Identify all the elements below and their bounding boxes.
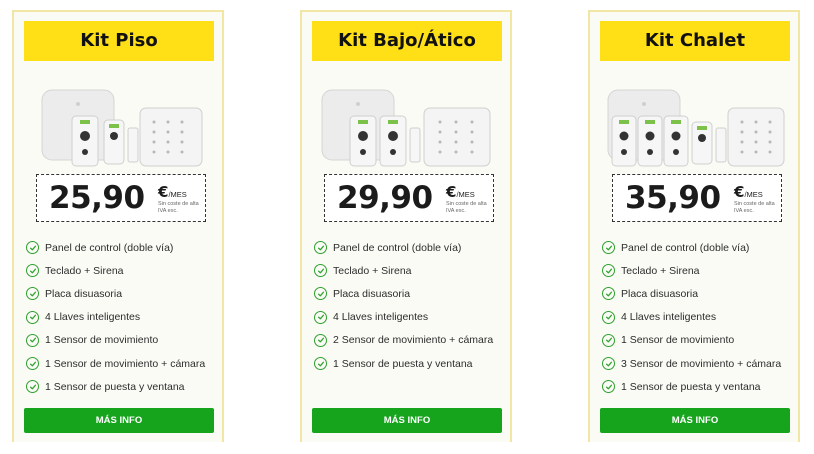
check-circle-icon — [26, 264, 39, 278]
check-circle-icon — [314, 287, 327, 301]
feature-item: 2 Sensor de movimiento + cámara — [314, 329, 512, 352]
feature-item: Panel de control (doble vía) — [314, 236, 512, 259]
feature-item: 1 Sensor de puesta y ventana — [602, 375, 800, 398]
feature-item: 3 Sensor de movimiento + cámara — [602, 352, 800, 375]
check-circle-icon — [602, 287, 615, 301]
check-circle-icon — [602, 241, 615, 255]
feature-item: 1 Sensor de movimiento — [26, 329, 224, 352]
mas-info-button[interactable]: MÁS INFO — [24, 408, 214, 433]
price-unit: €/MES — [734, 183, 763, 201]
check-circle-icon — [26, 310, 39, 324]
feature-item: Placa disuasoria — [602, 282, 800, 305]
kit-card-chalet: Kit Chalet 35,90 €/MES Sin coste de alta… — [588, 10, 800, 442]
feature-item: 4 Llaves inteligentes — [314, 306, 512, 329]
check-circle-icon — [26, 380, 39, 394]
check-circle-icon — [314, 241, 327, 255]
check-circle-icon — [26, 357, 39, 371]
check-circle-icon — [602, 264, 615, 278]
kit-title: Kit Bajo/Ático — [312, 21, 502, 61]
check-circle-icon — [602, 310, 615, 324]
mas-info-button[interactable]: MÁS INFO — [600, 408, 790, 433]
price-unit: €/MES — [158, 183, 187, 201]
feature-list: Panel de control (doble vía) Teclado + S… — [314, 236, 512, 375]
feature-item: Placa disuasoria — [26, 282, 224, 305]
price-box: 25,90 €/MES Sin coste de alta IVA exc. — [36, 174, 206, 222]
price-value: 35,90 — [625, 180, 721, 216]
check-circle-icon — [26, 241, 39, 255]
kit-card-bajo-atico: Kit Bajo/Ático 29,90 €/MES Sin coste de … — [300, 10, 512, 442]
price-note: Sin coste de alta IVA exc. — [158, 201, 199, 214]
price-unit: €/MES — [446, 183, 475, 201]
price-value: 29,90 — [337, 180, 433, 216]
feature-item: 1 Sensor de movimiento + cámara — [26, 352, 224, 375]
check-circle-icon — [26, 333, 39, 347]
check-circle-icon — [314, 310, 327, 324]
price-note: Sin coste de alta IVA exc. — [734, 201, 775, 214]
feature-item: Teclado + Sirena — [26, 259, 224, 282]
kit-title: Kit Piso — [24, 21, 214, 61]
feature-item: Panel de control (doble vía) — [602, 236, 800, 259]
kit-title: Kit Chalet — [600, 21, 790, 61]
feature-list: Panel de control (doble vía) Teclado + S… — [602, 236, 800, 398]
price-note: Sin coste de alta IVA exc. — [446, 201, 487, 214]
feature-list: Panel de control (doble vía) Teclado + S… — [26, 236, 224, 398]
feature-item: 4 Llaves inteligentes — [602, 306, 800, 329]
feature-item: Placa disuasoria — [314, 282, 512, 305]
price-box: 35,90 €/MES Sin coste de alta IVA exc. — [612, 174, 782, 222]
check-circle-icon — [314, 357, 327, 371]
feature-item: 1 Sensor de puesta y ventana — [314, 352, 512, 375]
price-value: 25,90 — [49, 180, 145, 216]
check-circle-icon — [602, 333, 615, 347]
product-image — [22, 74, 218, 174]
mas-info-button[interactable]: MÁS INFO — [312, 408, 502, 433]
check-circle-icon — [314, 333, 327, 347]
feature-item: 1 Sensor de movimiento — [602, 329, 800, 352]
check-circle-icon — [602, 357, 615, 371]
feature-item: Panel de control (doble vía) — [26, 236, 224, 259]
check-circle-icon — [602, 380, 615, 394]
price-box: 29,90 €/MES Sin coste de alta IVA exc. — [324, 174, 494, 222]
feature-item: 4 Llaves inteligentes — [26, 306, 224, 329]
check-circle-icon — [314, 264, 327, 278]
product-image — [598, 74, 794, 174]
kit-card-piso: Kit Piso 25,90 €/MES Sin coste de alta I… — [12, 10, 224, 442]
feature-item: Teclado + Sirena — [602, 259, 800, 282]
feature-item: Teclado + Sirena — [314, 259, 512, 282]
feature-item: 1 Sensor de puesta y ventana — [26, 375, 224, 398]
product-image — [310, 74, 506, 174]
check-circle-icon — [26, 287, 39, 301]
